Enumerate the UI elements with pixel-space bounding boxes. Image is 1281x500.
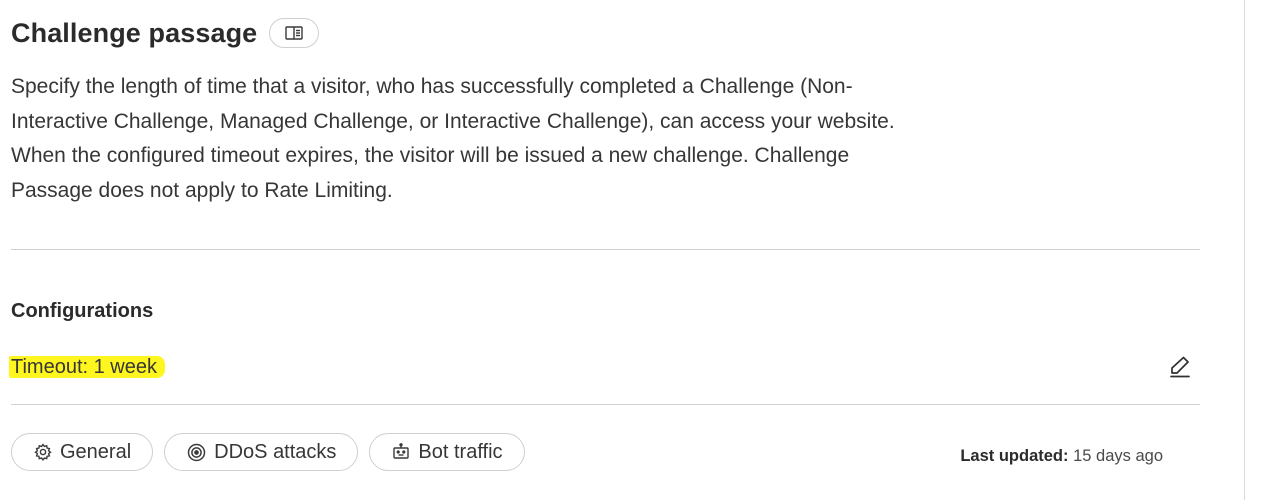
tag-label: General (60, 440, 132, 463)
setting-card: Challenge passage Specify the length of … (0, 0, 1244, 500)
tag-label: Bot traffic (418, 440, 503, 463)
tag-general[interactable]: General (11, 433, 154, 471)
configurations-heading: Configurations (11, 300, 154, 322)
divider (11, 404, 1200, 405)
gear-icon (34, 443, 52, 461)
documentation-button[interactable] (269, 18, 320, 48)
setting-description: Specify the length of time that a visito… (11, 75, 895, 202)
tag-label: DDoS attacks (214, 440, 337, 463)
title-row: Challenge passage (11, 14, 320, 52)
target-icon (187, 443, 206, 461)
last-updated-value: 15 days ago (1073, 447, 1163, 465)
tag-ddos-attacks[interactable]: DDoS attacks (164, 433, 359, 471)
page-title: Challenge passage (11, 17, 258, 48)
timeout-highlight: Timeout: 1 week (9, 356, 165, 378)
tag-bot-traffic[interactable]: Bot traffic (369, 433, 525, 471)
robot-icon (393, 443, 410, 459)
panel-border (1244, 0, 1245, 500)
category-tags: General DDoS attacks Bot traffic (11, 433, 525, 471)
edit-button[interactable] (1166, 352, 1194, 380)
pencil-icon (1170, 356, 1190, 378)
last-updated-label: Last updated: (960, 447, 1069, 465)
book-open-icon (285, 26, 303, 40)
timeout-value: Timeout: 1 week (9, 353, 165, 381)
last-updated: Last updated: 15 days ago (960, 447, 1163, 466)
divider (11, 249, 1200, 250)
